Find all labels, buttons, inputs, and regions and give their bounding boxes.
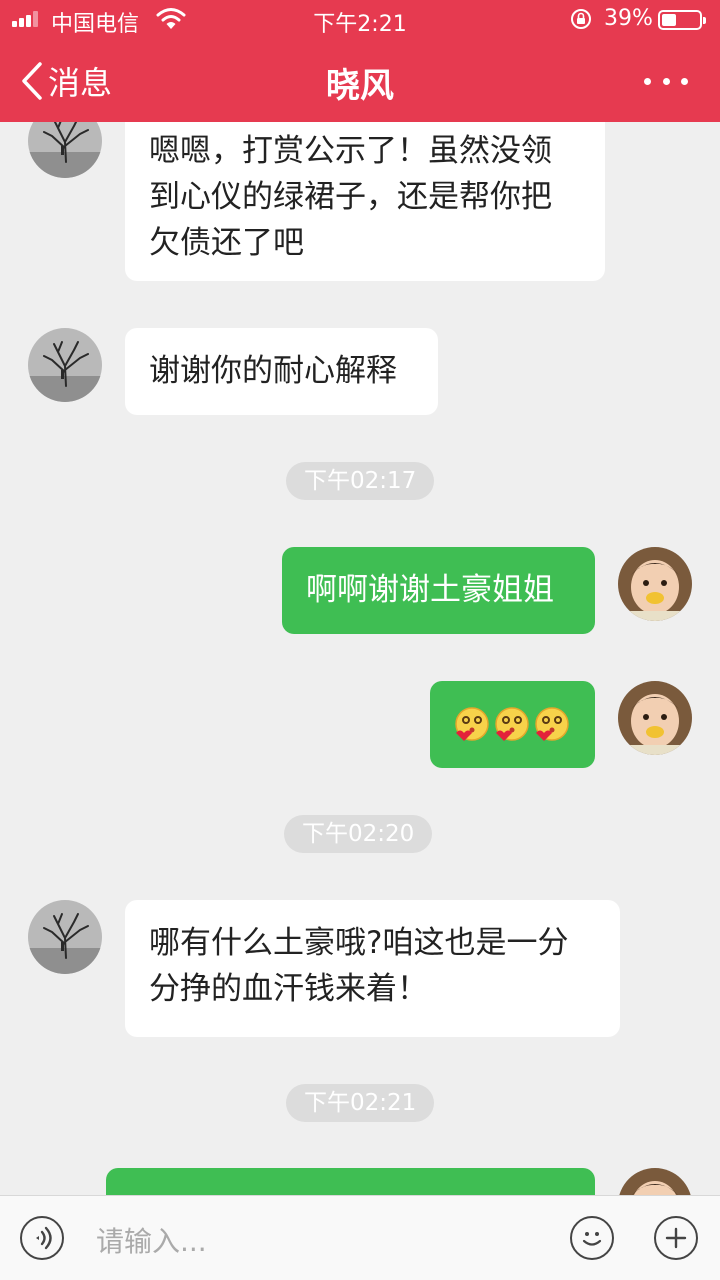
chat-title: 晓风: [326, 66, 394, 106]
battery-icon: [658, 10, 706, 30]
message-bubble-incoming[interactable]: 嗯嗯，打赏公示了！虽然没领 到心仪的绿裙子，还是帮你把 欠债还了吧: [125, 104, 605, 281]
voice-icon: [36, 1226, 52, 1250]
more-icon: [662, 77, 670, 85]
tree-avatar-icon: [28, 900, 102, 974]
user-avatar[interactable]: [618, 1168, 692, 1195]
more-icon: [644, 77, 651, 85]
battery-percent: 39%: [604, 6, 653, 31]
timestamp-pill: 下午02:20: [284, 815, 433, 853]
message-bubble-incoming[interactable]: 哪有什么土豪哦?咱这也是一分 分挣的血汗钱来着！: [125, 900, 620, 1037]
nav-bar: 消息 晓风: [0, 40, 720, 122]
status-bar: 中国电信 下午2:21 39%: [0, 0, 720, 40]
message-line: 到心仪的绿裙子，还是帮你把: [149, 179, 552, 215]
message-bubble-incoming[interactable]: 谢谢你的耐心解释: [125, 328, 438, 415]
more-icon: [681, 77, 688, 85]
message-line: 分挣的血汗钱来着！: [149, 971, 428, 1007]
voice-button[interactable]: [20, 1216, 64, 1260]
app-header: 中国电信 下午2:21 39% 消息 晓风: [0, 0, 720, 122]
message-line: 哪有什么土豪哦?咱这也是一分: [149, 925, 569, 961]
tree-avatar-icon: [28, 328, 102, 402]
message-bubble-outgoing[interactable]: 啊啊谢谢土豪姐姐: [282, 547, 595, 634]
message-input[interactable]: 请输入...: [96, 1220, 207, 1260]
user-avatar[interactable]: [618, 681, 692, 755]
baby-avatar-icon: [618, 681, 692, 755]
message-line: 嗯嗯，打赏公示了！虽然没领: [149, 133, 552, 169]
more-button[interactable]: [644, 60, 688, 102]
plus-button[interactable]: [654, 1216, 698, 1260]
battery-level: [662, 14, 676, 26]
rotation-lock-icon: [571, 9, 591, 29]
message-line: 欠债还了吧: [149, 225, 304, 261]
baby-avatar-icon: [618, 1168, 692, 1195]
kiss-emoji-icon: [455, 707, 489, 741]
message-line: 啊啊谢谢土豪姐姐: [306, 572, 554, 608]
timestamp-pill: 下午02:17: [286, 462, 435, 500]
emoji-icon: [582, 1232, 602, 1246]
baby-avatar-icon: [618, 547, 692, 621]
kiss-emoji-icon: [495, 707, 529, 741]
contact-avatar[interactable]: [28, 328, 102, 402]
message-line: 谢谢你的耐心解释: [149, 353, 397, 389]
kiss-emoji-icon: [535, 707, 569, 741]
emoji-button[interactable]: [570, 1216, 614, 1260]
input-bar: 请输入...: [0, 1195, 720, 1280]
timestamp-pill: 下午02:21: [286, 1084, 435, 1122]
contact-avatar[interactable]: [28, 900, 102, 974]
plus-icon: [665, 1227, 687, 1249]
message-bubble-outgoing[interactable]: [106, 1168, 595, 1195]
chat-area[interactable]: 嗯嗯，打赏公示了！虽然没领 到心仪的绿裙子，还是帮你把 欠债还了吧 谢谢你的耐心…: [0, 0, 720, 1195]
user-avatar[interactable]: [618, 547, 692, 621]
